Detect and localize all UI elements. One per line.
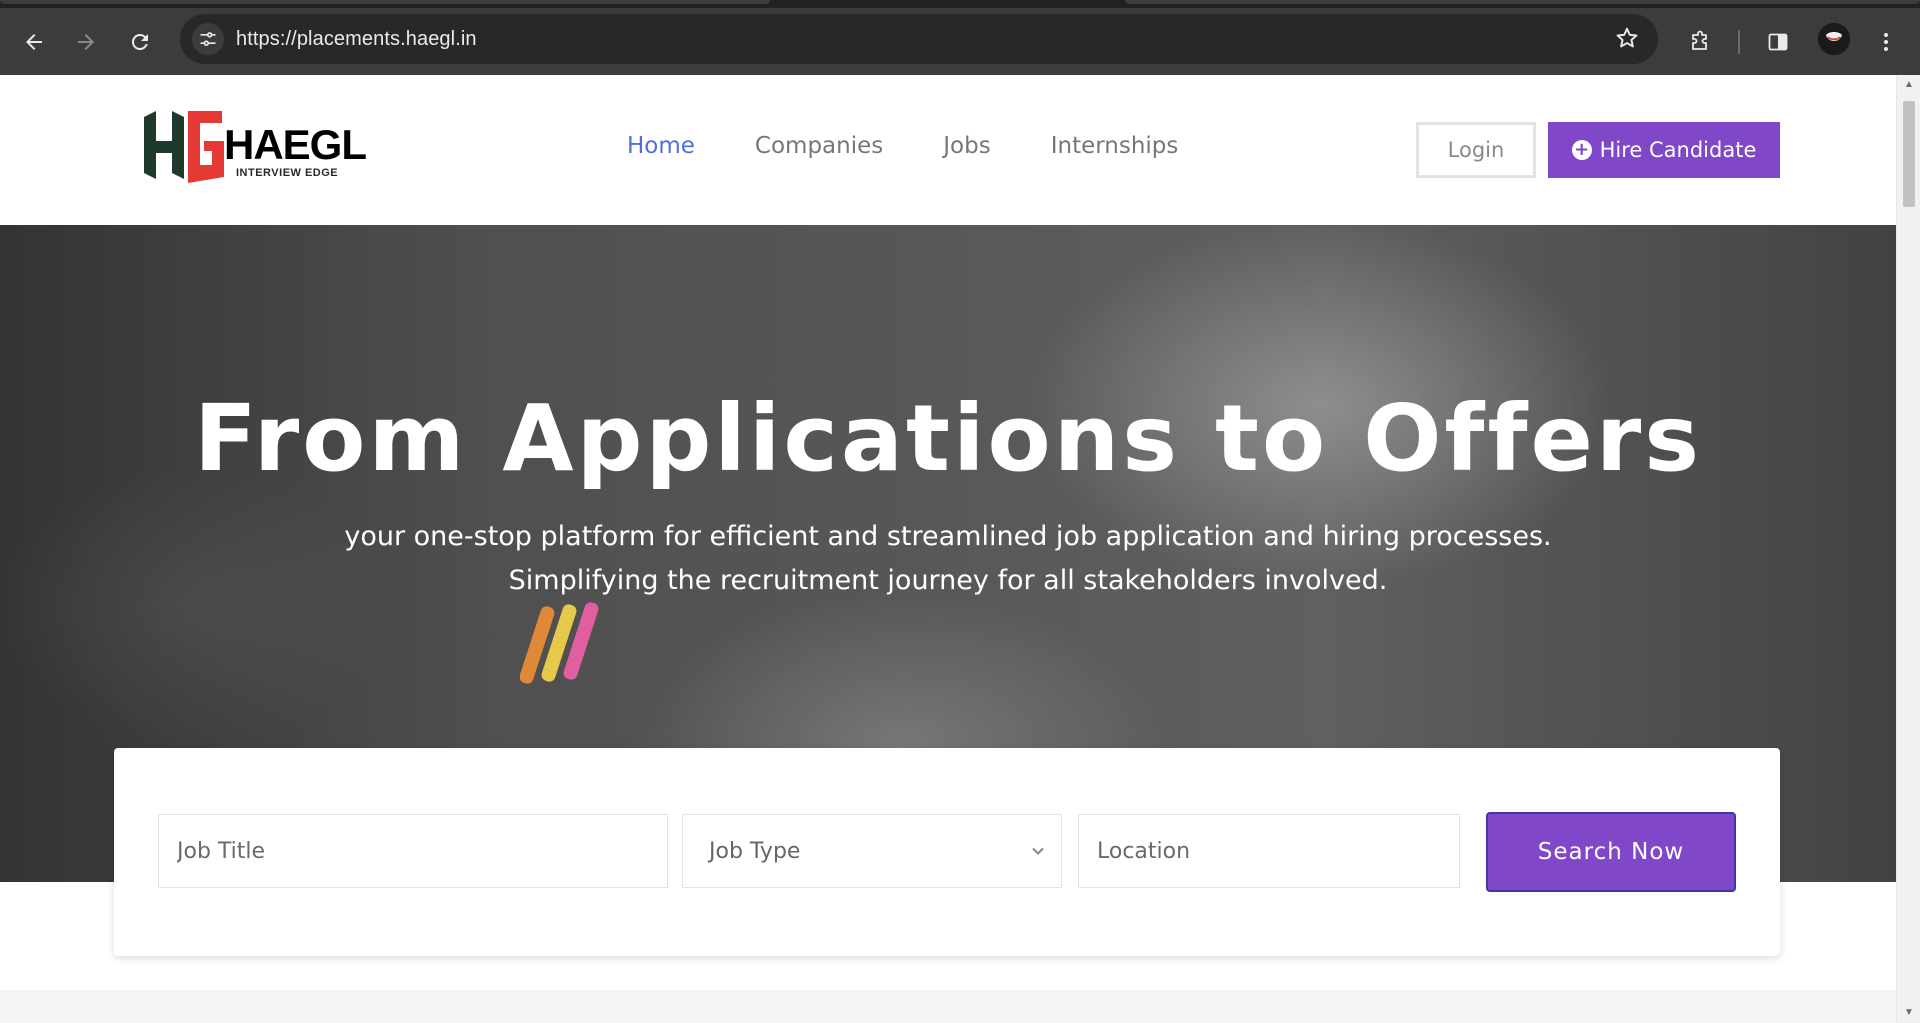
arrow-right-icon[interactable]	[66, 22, 106, 62]
scroll-down-icon[interactable]: ▼	[1903, 1007, 1915, 1019]
browser-chrome: https://placements.haegl.in	[0, 0, 1920, 75]
location-input[interactable]	[1097, 838, 1459, 864]
page-viewport: HAEGL INTERVIEW EDGE Home Companies Jobs…	[0, 75, 1896, 1023]
tab-strip	[0, 0, 1920, 8]
hero-background-image	[520, 602, 599, 684]
browser-toolbar: https://placements.haegl.in	[0, 8, 1920, 75]
job-type-selected: Job Type	[709, 838, 801, 864]
tab-edge	[0, 0, 770, 4]
site-header: HAEGL INTERVIEW EDGE Home Companies Jobs…	[0, 75, 1896, 225]
reload-icon[interactable]	[120, 22, 160, 62]
nav-home[interactable]: Home	[627, 133, 695, 159]
toolbar-separator	[1738, 30, 1740, 54]
arrow-left-icon[interactable]	[14, 22, 54, 62]
profile-avatar[interactable]	[1818, 23, 1850, 55]
scroll-up-icon[interactable]: ▲	[1903, 79, 1915, 91]
plus-circle-icon: +	[1571, 140, 1592, 160]
hero-title: From Applications to Offers	[193, 385, 1703, 492]
job-search-card: Job Type Search Now	[114, 748, 1780, 956]
side-panel-icon[interactable]	[1758, 22, 1798, 62]
main-nav: Home Companies Jobs Internships	[627, 133, 1238, 159]
job-type-select[interactable]: Job Type	[682, 814, 1062, 888]
hire-candidate-label: Hire Candidate	[1599, 138, 1757, 162]
login-button[interactable]: Login	[1416, 122, 1536, 178]
hire-candidate-button[interactable]: + Hire Candidate	[1548, 122, 1780, 178]
hero-subtitle-line-1: your one-stop platform for efficient and…	[344, 521, 1552, 552]
logo-tagline: INTERVIEW EDGE	[236, 167, 339, 179]
url-text[interactable]: https://placements.haegl.in	[236, 28, 477, 51]
logo-text: HAEGL	[224, 121, 367, 168]
nav-internships[interactable]: Internships	[1051, 133, 1179, 159]
page-scrollbar[interactable]: ▲ ▼	[1896, 75, 1920, 1023]
nav-jobs[interactable]: Jobs	[943, 133, 990, 159]
puzzle-icon[interactable]	[1680, 22, 1720, 62]
site-logo[interactable]: HAEGL INTERVIEW EDGE	[142, 103, 367, 193]
job-title-input[interactable]	[177, 838, 667, 864]
hero-subtitle-line-2: Simplifying the recruitment journey for …	[508, 565, 1388, 596]
star-icon[interactable]	[1614, 25, 1640, 56]
search-now-button[interactable]: Search Now	[1486, 812, 1736, 892]
section-divider	[0, 990, 1896, 1023]
kebab-menu-icon[interactable]	[1866, 22, 1906, 62]
tune-icon[interactable]	[192, 23, 224, 55]
logo-mark	[144, 111, 224, 183]
address-bar[interactable]: https://placements.haegl.in	[180, 14, 1658, 64]
scroll-thumb[interactable]	[1903, 101, 1915, 207]
hero-subtitle: your one-stop platform for efficient and…	[0, 515, 1896, 603]
chevron-down-icon	[1032, 847, 1044, 855]
nav-companies[interactable]: Companies	[755, 133, 883, 159]
job-title-field[interactable]	[158, 814, 668, 888]
location-field[interactable]	[1078, 814, 1460, 888]
tab-edge	[1125, 0, 1920, 4]
